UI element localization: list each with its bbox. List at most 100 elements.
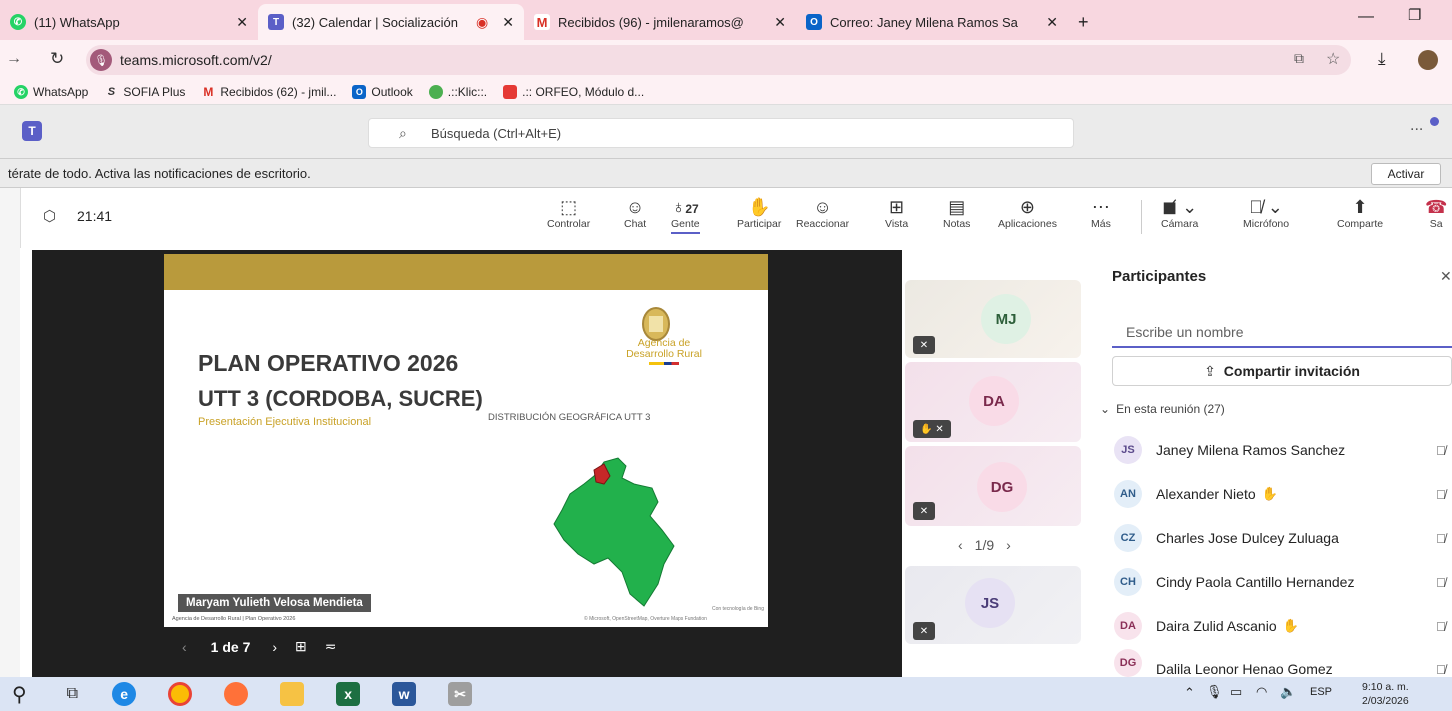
participant-row[interactable]: AN Alexander Nieto ✋ 🎙̸ (1114, 472, 1452, 516)
mic-muted-icon: ✕ (913, 336, 935, 354)
camera-button[interactable]: ◼̸ ⌄ Cámara (1161, 196, 1198, 230)
site-info-icon[interactable]: 🎙 (90, 49, 112, 71)
close-icon[interactable]: ✕ (1038, 14, 1058, 31)
raised-hand-icon: ✋ (1261, 486, 1278, 501)
tab-gmail[interactable]: M Recibidos (96) - jmilenaramos@ ✕ (524, 4, 796, 40)
search-input[interactable]: ⌕ Búsqueda (Ctrl+Alt+E) (368, 118, 1074, 148)
close-icon[interactable]: ✕ (494, 14, 514, 31)
word-icon[interactable]: w (392, 682, 417, 706)
video-tile-js[interactable]: JS ✕ (905, 566, 1081, 644)
participants-panel: Participantes ✕ Escribe un nombre ⇪ Comp… (1096, 250, 1452, 677)
chat-button[interactable]: ☺ Chat (624, 196, 646, 230)
mic-muted-icon: 🎙̸ (1436, 530, 1446, 546)
slide-title: PLAN OPERATIVO 2026 (198, 350, 459, 376)
react-button[interactable]: ☺ Reaccionar (796, 196, 849, 230)
shield-icon: ⬡ (43, 208, 57, 225)
video-tile-mj[interactable]: MJ ✕ (905, 280, 1081, 358)
mic-tray-icon[interactable]: 🎙 (1206, 684, 1223, 700)
edge-icon[interactable]: e (112, 682, 137, 706)
star-icon[interactable]: ☆ (1326, 49, 1340, 69)
slide-settings-icon[interactable]: ≂ (325, 638, 337, 655)
close-icon[interactable]: ✕ (766, 14, 786, 31)
participant-row[interactable]: CH Cindy Paola Cantillo Hernandez 🎙̸ (1114, 560, 1452, 604)
slide-footer: Agencia de Desarrollo Rural | Plan Opera… (172, 616, 296, 622)
participant-search-input[interactable]: Escribe un nombre (1112, 318, 1452, 348)
wifi-icon[interactable]: ◠ (1256, 684, 1267, 700)
video-tile-da[interactable]: DA ✋ ✕ (905, 362, 1081, 442)
share-invite-button[interactable]: ⇪ Compartir invitación (1112, 356, 1452, 386)
mic-muted-icon: 🎙̸ (1436, 618, 1446, 634)
next-page-icon[interactable]: › (1006, 537, 1011, 553)
apps-button[interactable]: ⊕ Aplicaciones (998, 196, 1057, 230)
raise-hand-button[interactable]: ✋ Participar (737, 196, 781, 230)
map-credits: © Microsoft, OpenStreetMap, Overture Map… (584, 616, 707, 622)
section-header[interactable]: ⌄ En esta reunión (27) (1100, 402, 1225, 416)
slide-tagline: Presentación Ejecutiva Institucional (198, 416, 372, 428)
tab-outlook[interactable]: O Correo: Janey Milena Ramos Sa ✕ (796, 4, 1068, 40)
react-icon: ☺ (813, 197, 832, 217)
close-icon[interactable]: ✕ (228, 14, 248, 31)
task-view-icon[interactable]: ⧉ (67, 685, 78, 703)
agency-line-2: Desarrollo Rural (626, 348, 702, 360)
people-button[interactable]: ♁27 Gente (671, 196, 700, 234)
forward-icon[interactable]: → (6, 50, 22, 68)
share-button[interactable]: ⬆ Comparte (1337, 196, 1383, 230)
chevron-up-icon[interactable]: ⌃ (1184, 685, 1195, 701)
more-options-button[interactable]: ... (1410, 117, 1423, 135)
bookmark-sofia[interactable]: S SOFIA Plus (104, 85, 186, 99)
bookmark-orfeo[interactable]: .:: ORFEO, Módulo d... (503, 85, 644, 99)
participant-row[interactable]: JS Janey Milena Ramos Sanchez 🎙̸ (1114, 428, 1452, 472)
grid-view-icon[interactable]: ⊞ (295, 638, 307, 655)
file-explorer-icon[interactable] (280, 682, 305, 706)
leave-button[interactable]: ☎ Sa (1425, 196, 1447, 230)
chrome-icon[interactable] (168, 682, 193, 706)
whatsapp-icon: ✆ (10, 14, 26, 30)
download-icon[interactable]: ⤓ (1378, 49, 1386, 69)
gmail-icon: M (203, 85, 214, 99)
new-tab-button[interactable]: + (1068, 4, 1099, 40)
participant-row[interactable]: DA Daira Zulid Ascanio ✋ 🎙̸ (1114, 604, 1452, 648)
notification-text: térate de todo. Activa las notificacione… (8, 165, 311, 181)
battery-icon[interactable]: ▭ (1230, 684, 1242, 700)
clock[interactable]: 9:10 a. m. 2/03/2026 (1362, 680, 1409, 708)
agency-logo: Agencia de Desarrollo Rural (618, 338, 710, 365)
video-tile-dg[interactable]: DG ✕ (905, 446, 1081, 526)
search-icon[interactable]: ⚲ (12, 682, 27, 707)
next-slide-button[interactable]: › (272, 639, 277, 655)
bookmark-gmail[interactable]: M Recibidos (62) - jmil... (201, 85, 336, 99)
reload-icon[interactable]: ↻ (50, 49, 64, 69)
prev-page-icon[interactable]: ‹ (958, 537, 963, 553)
minimize-icon[interactable]: — (1358, 8, 1374, 26)
mic-button[interactable]: 🎙̸ ⌄ Micrófono (1243, 196, 1289, 230)
bookmark-whatsapp[interactable]: ✆ WhatsApp (14, 85, 88, 99)
restore-icon[interactable]: ❐ (1408, 6, 1421, 24)
teams-logo-icon[interactable]: T (22, 121, 42, 141)
language-indicator[interactable]: ESP (1310, 686, 1332, 698)
video-pager: ‹ 1/9 › (958, 537, 1011, 553)
bookmark-klic[interactable]: .::Klic::. (428, 85, 487, 99)
share-icon: ⇪ (1204, 362, 1216, 379)
excel-icon[interactable]: x (336, 682, 361, 706)
close-icon[interactable]: ✕ (1440, 268, 1452, 285)
outlook-icon: O (352, 85, 367, 99)
profile-avatar[interactable] (1418, 50, 1438, 70)
prev-slide-button[interactable]: ‹ (182, 639, 187, 655)
mic-muted-icon: 🎙̸ (1436, 574, 1446, 590)
notes-button[interactable]: ▤ Notas (943, 196, 970, 230)
view-button[interactable]: ⊞ Vista (885, 196, 908, 230)
cast-icon[interactable]: ⧉ (1294, 50, 1304, 67)
bookmark-outlook[interactable]: O Outlook (352, 85, 413, 99)
url-field[interactable]: 🎙 teams.microsoft.com/v2/ ⧉ ☆ (86, 45, 1351, 75)
more-button[interactable]: ⋯ Más (1091, 196, 1111, 230)
activate-notifications-button[interactable]: Activar (1371, 163, 1441, 185)
tab-calendar[interactable]: T (32) Calendar | Socialización ◉ ✕ (258, 4, 524, 40)
participant-row[interactable]: CZ Charles Jose Dulcey Zuluaga 🎙̸ (1114, 516, 1452, 560)
participant-row[interactable]: DG Dalila Leonor Henao Gomez 🎙̸ (1114, 648, 1452, 677)
firefox-icon[interactable] (224, 682, 249, 706)
chevron-down-icon: ⌄ (1100, 402, 1111, 416)
volume-icon[interactable]: 🔈 (1280, 684, 1296, 700)
notification-dot-icon (1430, 117, 1439, 126)
snipping-tool-icon[interactable]: ✂ (448, 682, 473, 706)
tab-whatsapp[interactable]: ✆ (11) WhatsApp ✕ (0, 4, 258, 40)
control-button[interactable]: ⬚ Controlar (547, 196, 590, 230)
